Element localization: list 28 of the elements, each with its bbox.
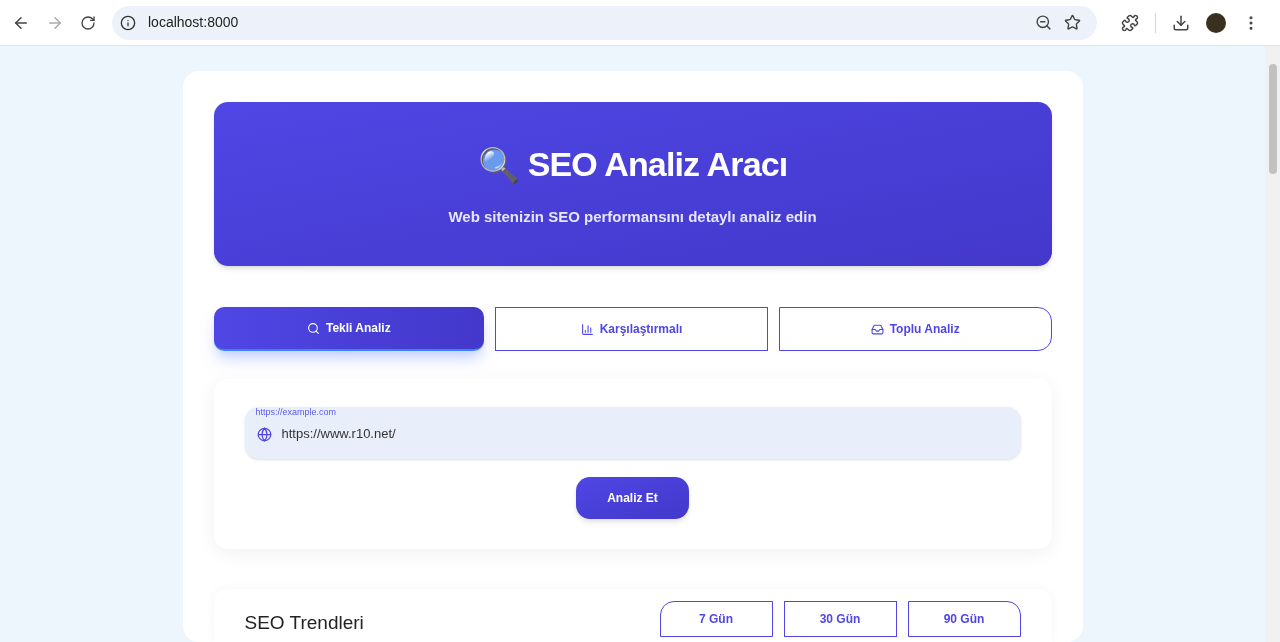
mode-tab[interactable]: Toplu Analiz [778,307,1052,351]
mode-tab[interactable]: Karşılaştırmalı [495,307,768,351]
info-icon[interactable] [120,14,136,31]
address-bar[interactable]: localhost:8000 [112,5,1097,40]
range-tab[interactable]: 30 Gün [783,601,897,637]
scrollbar[interactable] [1265,46,1280,642]
url-text: localhost:8000 [148,13,240,32]
zoom-icon[interactable] [1035,14,1052,31]
profile-avatar[interactable] [1206,12,1226,33]
range-tab[interactable]: 90 Gün [907,601,1021,637]
range-tab[interactable]: 7 Gün [659,601,773,637]
url-input-field[interactable]: https://example.com https://www.r10.net/ [244,407,1021,459]
trends-heading: SEO Trendleri [244,611,364,635]
search-icon [307,321,320,335]
analyze-button[interactable]: Analiz Et [576,477,689,519]
app-title: SEO Analiz Aracı [527,144,788,186]
download-icon[interactable] [1172,13,1190,32]
bookmark-star-icon[interactable] [1064,14,1081,31]
reload-icon[interactable] [80,14,96,31]
extensions-icon[interactable] [1121,13,1139,32]
tray-icon [870,322,884,336]
url-input[interactable]: https://www.r10.net/ [281,424,1009,444]
mode-tab[interactable]: Tekli Analiz [213,307,485,351]
globe-icon [256,426,272,442]
magnifier-emoji-icon: 🔍 [477,147,520,182]
app-subtitle: Web sitenizin SEO performansını detaylı analiz edin [448,207,817,228]
floating-placeholder-label: https://example.com [255,406,337,419]
bar-chart-icon [580,322,594,336]
